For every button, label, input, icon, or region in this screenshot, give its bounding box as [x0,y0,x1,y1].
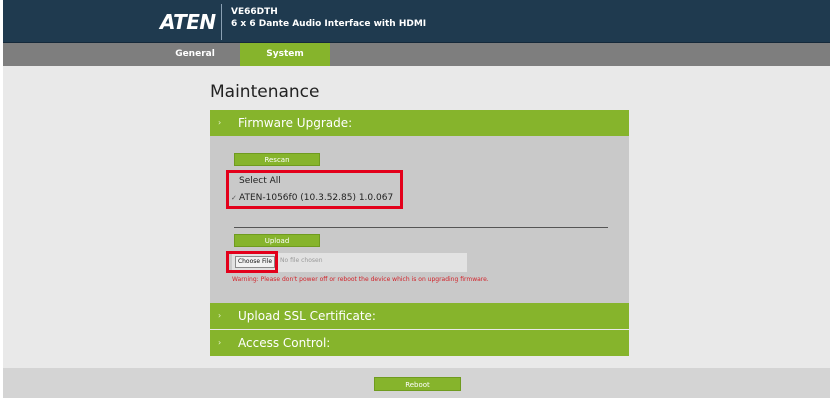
product-info: VE66DTH 6 x 6 Dante Audio Interface with… [231,6,426,30]
highlight-box-device-list [226,170,403,209]
chevron-icon: › [218,311,222,320]
main-content: Maintenance › Firmware Upgrade: Rescan S… [3,66,830,368]
no-file-text: No file chosen [280,257,323,264]
tab-general[interactable]: General [175,43,215,66]
aten-logo: ATEN [160,10,216,34]
access-control-title: Access Control: [238,336,331,350]
chevron-icon: › [218,338,222,347]
firmware-upgrade-header[interactable]: › Firmware Upgrade: [210,110,629,136]
highlight-box-choose-file [226,251,278,273]
reboot-button[interactable]: Reboot [374,377,461,391]
access-control-header[interactable]: › Access Control: [210,330,629,356]
product-description: 6 x 6 Dante Audio Interface with HDMI [231,19,427,29]
tab-system[interactable]: System [240,43,330,66]
ssl-certificate-title: Upload SSL Certificate: [238,309,376,323]
upload-button[interactable]: Upload [234,234,320,247]
chevron-icon: › [218,118,222,127]
rescan-button[interactable]: Rescan [234,153,320,166]
firmware-upgrade-title: Firmware Upgrade: [238,116,353,130]
firmware-upgrade-panel: Rescan Select All ✓ ATEN-1056f0 (10.3.52.… [210,136,629,303]
header-divider [221,4,222,40]
product-model: VE66DTH [231,7,278,17]
main-nav: General System [3,43,830,66]
app-header: ATEN VE66DTH 6 x 6 Dante Audio Interface… [3,0,830,43]
ssl-certificate-header[interactable]: › Upload SSL Certificate: [210,303,629,329]
footer-bar: Reboot [3,368,830,398]
page-title: Maintenance [210,82,320,102]
warning-text: Warning: Please don't power off or reboo… [232,276,489,283]
divider [234,227,608,228]
